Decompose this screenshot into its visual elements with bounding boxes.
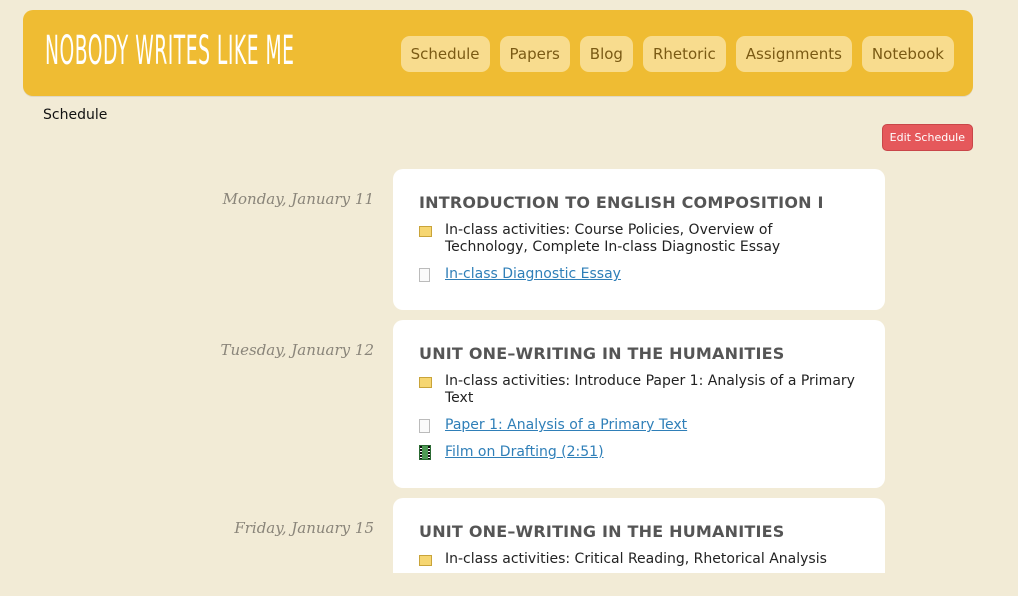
document-icon (419, 268, 430, 282)
main-nav: Schedule Papers Blog Rhetoric Assignment… (400, 36, 954, 72)
film-icon (419, 445, 431, 460)
nav-notebook-button[interactable]: Notebook (861, 36, 954, 72)
edit-schedule-button[interactable]: Edit Schedule (881, 124, 973, 151)
day-date: Tuesday, January 12 (220, 341, 374, 359)
nav-papers-button[interactable]: Papers (499, 36, 570, 72)
list-item: In-class activities: Course Policies, Ov… (419, 222, 859, 256)
note-icon (419, 377, 432, 388)
day-card: INTRODUCTION TO ENGLISH COMPOSITION I In… (393, 169, 885, 310)
list-item: In-class activities: Critical Reading, R… (419, 551, 859, 568)
list-item: Film on Drafting (2:51) (419, 444, 859, 461)
day-title: INTRODUCTION TO ENGLISH COMPOSITION I (419, 193, 824, 212)
day-card: UNIT ONE–WRITING IN THE HUMANITIES In-cl… (393, 320, 885, 488)
item-text: In-class activities: Critical Reading, R… (445, 551, 827, 567)
site-logo[interactable]: Nobody Writes Like Me (45, 28, 295, 74)
item-text: In-class activities: Introduce Paper 1: … (445, 373, 855, 406)
day-card: UNIT ONE–WRITING IN THE HUMANITIES In-cl… (393, 498, 885, 573)
list-item: In-class activities: Introduce Paper 1: … (419, 373, 859, 407)
day-date: Friday, January 15 (234, 519, 374, 537)
list-item: In-class Diagnostic Essay (419, 266, 859, 283)
list-item: Paper 1: Analysis of a Primary Text (419, 417, 859, 434)
note-icon (419, 226, 432, 237)
page-title: Schedule (43, 107, 108, 123)
nav-assignments-button[interactable]: Assignments (735, 36, 852, 72)
item-link[interactable]: Paper 1: Analysis of a Primary Text (445, 417, 687, 433)
item-text: In-class activities: Course Policies, Ov… (445, 222, 781, 255)
nav-schedule-button[interactable]: Schedule (400, 36, 490, 72)
site-header: Nobody Writes Like Me Schedule Papers Bl… (23, 10, 973, 96)
nav-rhetoric-button[interactable]: Rhetoric (642, 36, 726, 72)
day-title: UNIT ONE–WRITING IN THE HUMANITIES (419, 522, 785, 541)
note-icon (419, 555, 432, 566)
item-link[interactable]: Film on Drafting (2:51) (445, 444, 604, 460)
item-link[interactable]: In-class Diagnostic Essay (445, 266, 621, 282)
day-title: UNIT ONE–WRITING IN THE HUMANITIES (419, 344, 785, 363)
document-icon (419, 419, 430, 433)
nav-blog-button[interactable]: Blog (579, 36, 633, 72)
day-date: Monday, January 11 (222, 190, 374, 208)
